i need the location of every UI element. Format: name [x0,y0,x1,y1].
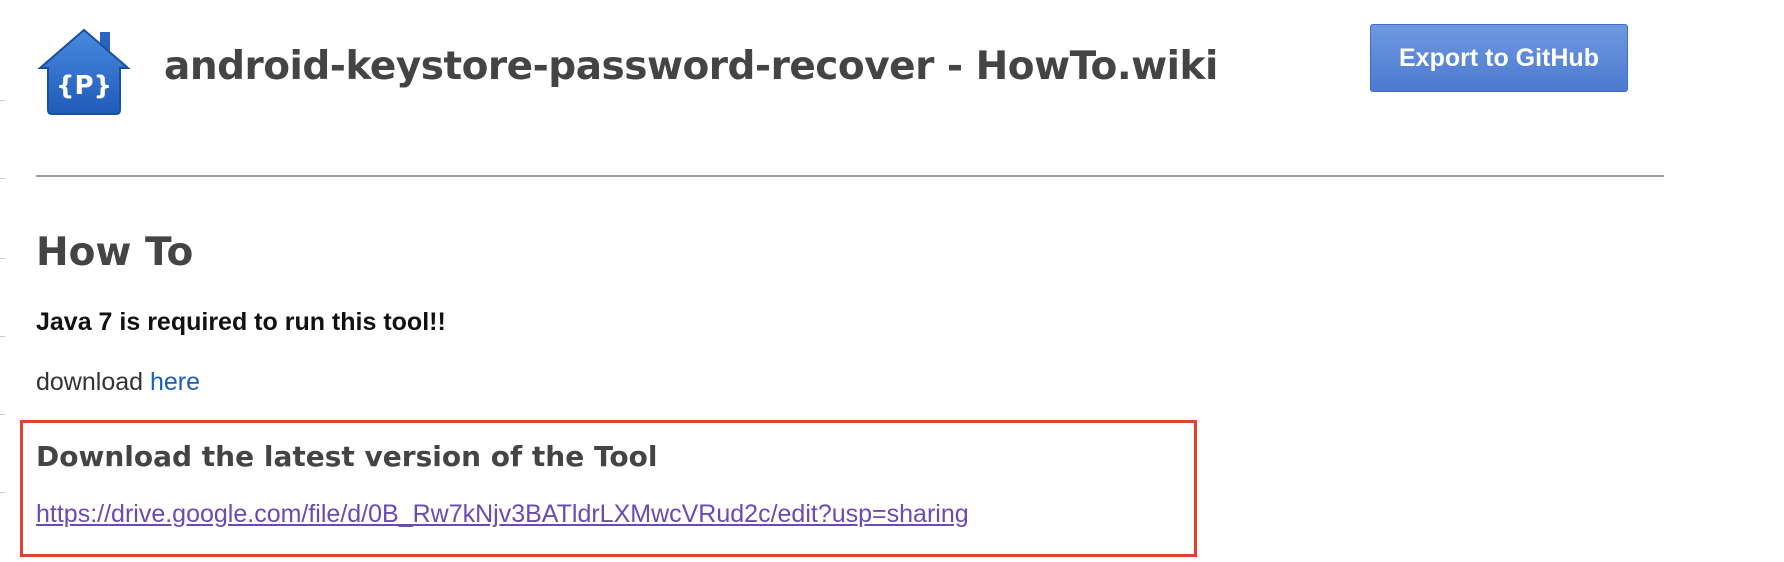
download-prefix-text: download [36,368,144,396]
section-heading-how-to: How To [36,230,194,275]
logo-text: {P} [56,71,112,101]
header-divider [36,175,1664,177]
latest-version-download-link[interactable]: https://drive.google.com/file/d/0B_Rw7kN… [36,500,969,529]
wiki-page: {P} android-keystore-password-recover - … [0,0,1784,562]
download-here-link[interactable]: here [150,368,200,396]
java-requirement-text: Java 7 is required to run this tool!! [36,308,446,336]
edge-mark [0,178,5,179]
edge-mark [0,100,5,101]
export-to-github-button[interactable]: Export to GitHub [1370,24,1628,92]
edge-mark [0,336,5,337]
page-title: android-keystore-password-recover - HowT… [164,44,1218,89]
edge-mark [0,258,5,259]
download-line: download here [36,368,200,397]
project-logo-house-icon: {P} [37,28,131,115]
latest-version-heading: Download the latest version of the Tool [36,440,658,473]
edge-mark [0,492,5,493]
edge-mark [0,414,5,415]
